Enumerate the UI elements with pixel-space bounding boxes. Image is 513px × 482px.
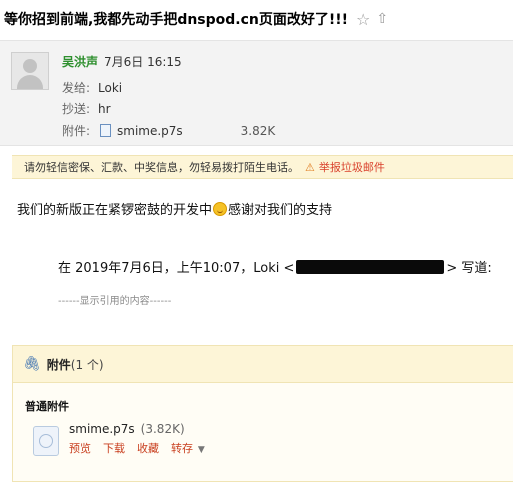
attachment-label: 附件: — [62, 124, 91, 138]
message-text-before: 我们的新版正在紧锣密鼓的开发中 — [17, 203, 213, 218]
email-subject: 等你招到前端,我都先动手把dnspod.cn页面改好了!!! — [4, 12, 349, 28]
attachment-name[interactable]: smime.p7s — [117, 124, 183, 138]
to-field: 发给: Loki — [62, 79, 122, 96]
attachment-file-size: (3.82K) — [140, 422, 185, 436]
cc-label: 抄送: — [62, 102, 91, 116]
attachments-panel: 🖇 附件 (1 个) 普通附件 smime.p7s (3.82K) 预览 下载 收… — [12, 345, 513, 482]
attachment-size: 3.82K — [240, 123, 276, 138]
save-to-label: 转存 — [171, 442, 193, 455]
chevron-down-icon: ▼ — [195, 445, 205, 455]
attachment-file-name[interactable]: smime.p7s — [69, 422, 135, 436]
attachment-file: smime.p7s (3.82K) — [69, 422, 185, 436]
attachment-file-icon[interactable] — [33, 426, 59, 456]
sender-name[interactable]: 吴洪声 — [62, 53, 98, 70]
to-label: 发给: — [62, 81, 91, 95]
email-header: 吴洪声 7月6日 16:15 发给: Loki 抄送: hr 附件: smime… — [0, 40, 513, 146]
attachments-header: 🖇 附件 (1 个) — [13, 346, 513, 383]
attachments-count: (1 个) — [70, 357, 104, 372]
email-subject-row: 等你招到前端,我都先动手把dnspod.cn页面改好了!!! ☆ ⇧ — [4, 8, 388, 30]
warning-text: 请勿轻信密保、汇款、中奖信息，勿轻易拨打陌生电话。 — [24, 161, 299, 174]
report-spam-link[interactable]: 举报垃圾邮件 — [319, 159, 385, 175]
warning-icon: ⚠ — [305, 160, 315, 174]
security-warning-bar: 请勿轻信密保、汇款、中奖信息，勿轻易拨打陌生电话。 ⚠ 举报垃圾邮件 — [12, 155, 513, 179]
star-icon[interactable]: ☆ — [356, 10, 370, 29]
redacted-email — [296, 259, 445, 274]
preview-link[interactable]: 预览 — [69, 440, 91, 456]
quote-suffix: > 写道: — [446, 261, 492, 276]
favorite-link[interactable]: 收藏 — [137, 440, 159, 456]
message-text-after: 感谢对我们的支持 — [228, 203, 333, 218]
sender-line: 吴洪声 7月6日 16:15 — [62, 53, 182, 70]
to-value[interactable]: Loki — [98, 81, 122, 95]
sent-date: 7月6日 16:15 — [104, 55, 182, 69]
avatar[interactable] — [11, 52, 49, 90]
message-body: 我们的新版正在紧锣密鼓的开发中 感谢对我们的支持 — [17, 199, 332, 218]
download-link[interactable]: 下载 — [103, 440, 125, 456]
file-icon — [100, 124, 111, 137]
show-quoted-link[interactable]: ------显示引用的内容------ — [58, 292, 171, 307]
smile-emoji-icon — [213, 201, 228, 216]
flag-icon[interactable]: ⇧ — [376, 11, 388, 27]
quote-prefix: 在 2019年7月6日，上午10:07，Loki < — [58, 261, 295, 276]
cc-field: 抄送: hr — [62, 100, 111, 117]
normal-attachments-label: 普通附件 — [25, 400, 69, 413]
save-to-dropdown[interactable]: 转存 ▼ — [171, 440, 205, 456]
paperclip-icon: 🖇 — [23, 356, 41, 372]
cc-value[interactable]: hr — [98, 102, 111, 116]
attachment-actions: 预览 下载 收藏 转存 ▼ — [69, 440, 205, 456]
quote-header: 在 2019年7月6日，上午10:07，Loki < > 写道: — [58, 257, 492, 276]
attachments-title: 附件 — [46, 357, 71, 372]
attachment-field: 附件: smime.p7s 3.82K — [62, 122, 275, 139]
